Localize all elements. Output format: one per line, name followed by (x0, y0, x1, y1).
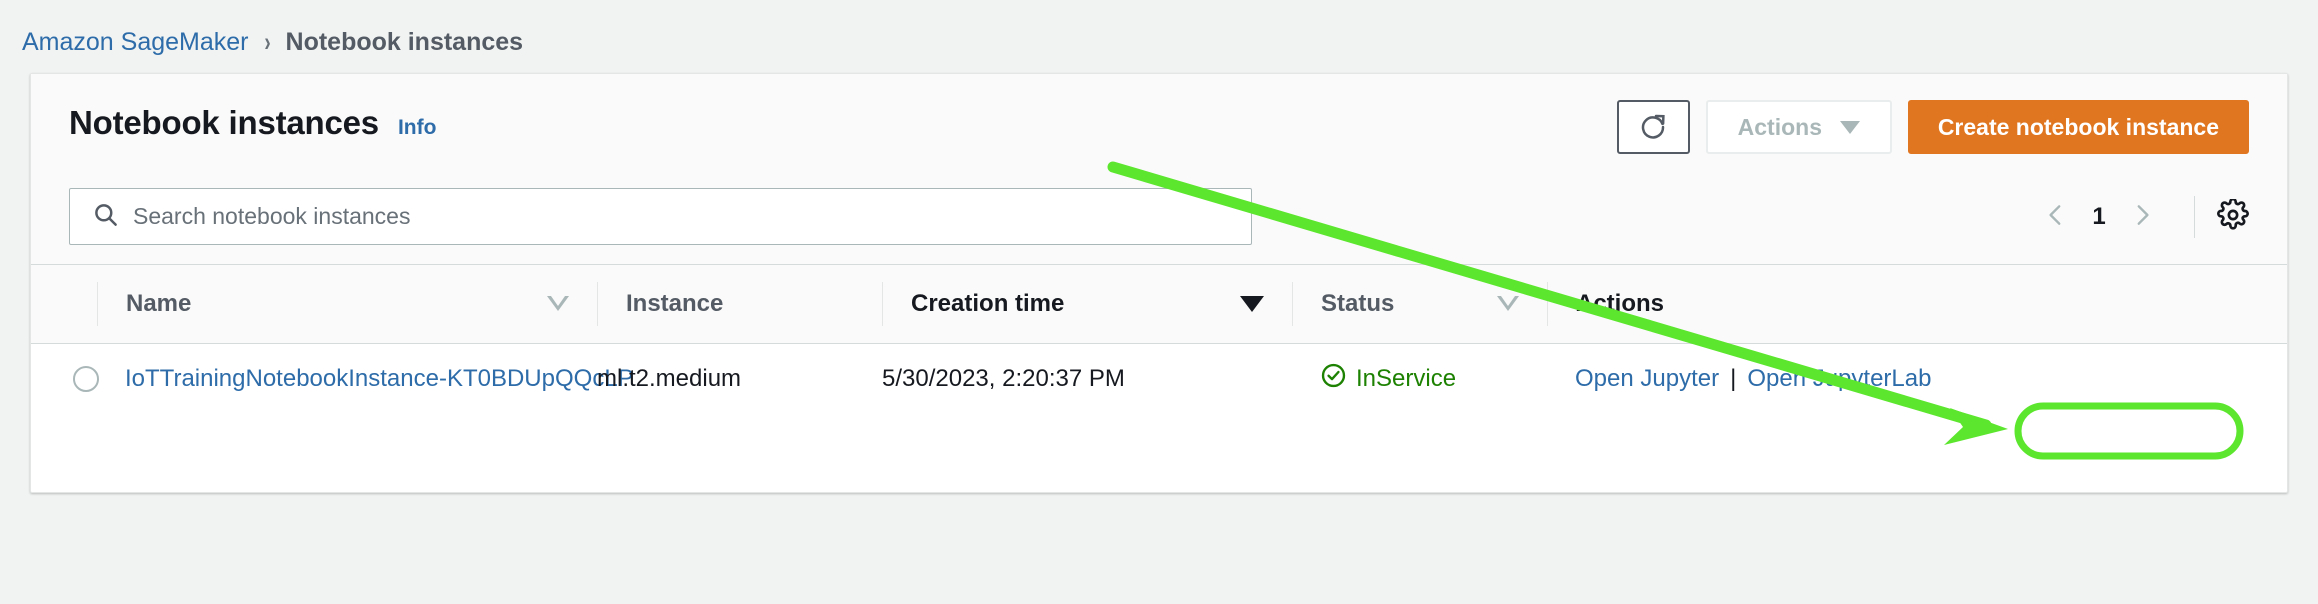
pagination-prev-button[interactable] (2030, 192, 2082, 242)
sort-indicator-icon (1497, 296, 1519, 312)
table-row: IoTTrainingNotebookInstance-KT0BDUpQQcLP… (31, 343, 2287, 415)
table-header-actions: Actions (1547, 265, 2287, 344)
row-select-cell (31, 343, 99, 415)
column-label-creation-time: Creation time (911, 289, 1065, 317)
actions-separator: | (1730, 365, 1737, 393)
row-actions-cell: Open Jupyter | Open JupyterLab (1547, 343, 2287, 415)
row-creation-time: 5/30/2023, 2:20:37 PM (882, 365, 1125, 393)
breadcrumb-item-current: Notebook instances (285, 28, 524, 56)
pagination-next-button[interactable] (2116, 192, 2168, 242)
notebook-instances-panel: Notebook instances Info Actions Create n… (30, 73, 2288, 493)
sort-indicator-icon (1240, 295, 1264, 312)
pagination-page-1[interactable]: 1 (2082, 203, 2116, 231)
pagination-divider (2194, 196, 2195, 238)
row-name-cell: IoTTrainingNotebookInstance-KT0BDUpQQcLP (97, 343, 634, 415)
header-actions: Actions Create notebook instance (1616, 100, 2249, 154)
table-header-instance[interactable]: Instance (597, 265, 882, 344)
actions-dropdown-button[interactable]: Actions (1705, 100, 1892, 154)
info-link[interactable]: Info (398, 116, 436, 140)
table-header-row: Name Instance Creation time Status Actio… (31, 265, 2287, 344)
table-header-creation-time[interactable]: Creation time (882, 265, 1292, 344)
search-icon (92, 201, 119, 233)
sort-indicator-icon (547, 296, 569, 312)
row-instance-type: ml.t2.medium (597, 365, 742, 393)
create-notebook-instance-button[interactable]: Create notebook instance (1907, 100, 2249, 154)
column-label-instance: Instance (626, 289, 724, 317)
check-circle-icon (1320, 362, 1347, 396)
panel-header: Notebook instances Info Actions Create n… (31, 74, 2287, 176)
table-header-status[interactable]: Status (1292, 265, 1547, 344)
search-input[interactable] (133, 203, 1196, 230)
open-jupyterlab-link[interactable]: Open JupyterLab (1747, 365, 1931, 393)
page-title: Notebook instances (69, 104, 379, 141)
row-radio-button[interactable] (73, 366, 99, 393)
actions-dropdown-label: Actions (1737, 113, 1822, 140)
breadcrumb: Amazon SageMaker › Notebook instances (22, 28, 523, 57)
search-box[interactable] (69, 188, 1252, 245)
notebook-instances-table: Name Instance Creation time Status Actio… (31, 265, 2287, 415)
gear-icon (2217, 197, 2249, 236)
search-row: 1 (31, 176, 2287, 265)
panel-title-group: Notebook instances Info (69, 104, 436, 142)
refresh-icon (1638, 112, 1668, 142)
status-badge: InService (1356, 365, 1457, 393)
refresh-button[interactable] (1616, 100, 1690, 154)
table-header-select (31, 265, 97, 344)
column-label-actions: Actions (1576, 289, 1665, 317)
chevron-right-icon (2129, 200, 2155, 235)
table-settings-button[interactable] (2217, 197, 2249, 236)
chevron-left-icon (2043, 200, 2069, 235)
column-label-name: Name (126, 289, 192, 317)
table-header-name[interactable]: Name (97, 265, 597, 344)
column-label-status: Status (1321, 289, 1395, 317)
chevron-right-icon: › (263, 27, 271, 57)
row-status-cell: InService (1292, 343, 1547, 415)
notebook-instance-link[interactable]: IoTTrainingNotebookInstance-KT0BDUpQQcLP (125, 365, 634, 392)
pagination: 1 (2030, 192, 2249, 242)
open-jupyter-link[interactable]: Open Jupyter (1575, 365, 1719, 393)
chevron-down-icon (1839, 120, 1860, 134)
breadcrumb-item-amazon-sagemaker[interactable]: Amazon SageMaker (22, 28, 249, 57)
